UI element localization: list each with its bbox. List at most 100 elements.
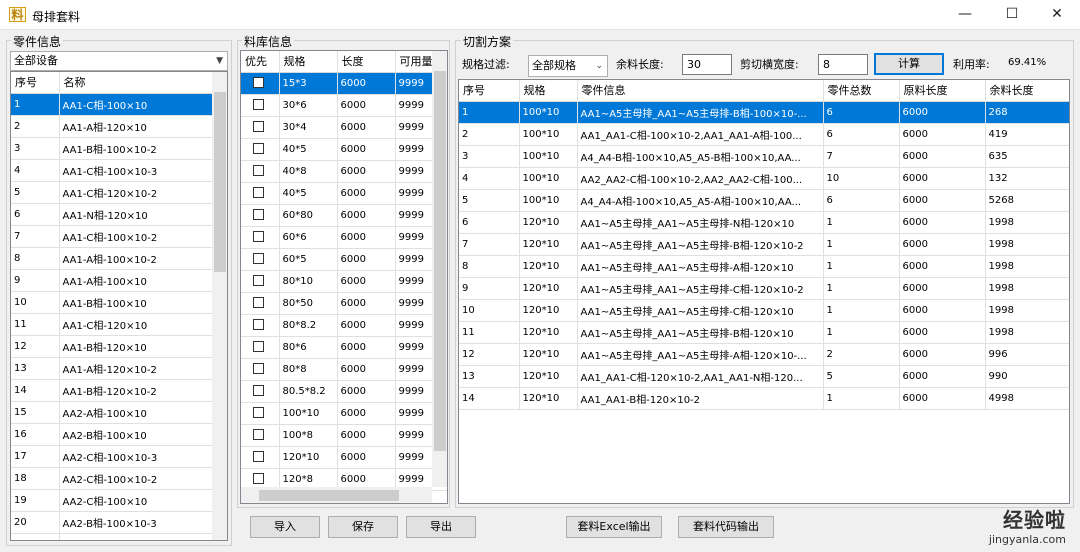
priority-checkbox[interactable] — [253, 341, 264, 353]
maximize-button[interactable]: ☐ — [989, 0, 1035, 30]
parts-scrollbar[interactable] — [212, 72, 227, 540]
stock-row[interactable]: 100*8 6000 9999 — [241, 424, 447, 447]
priority-checkbox[interactable] — [253, 297, 264, 309]
parts-row[interactable]: 7 AA1-C相-100×10-2 — [11, 225, 214, 248]
cut-col-header[interactable]: 零件信息 — [577, 80, 824, 102]
parts-row[interactable]: 4 AA1-C相-100×10-3 — [11, 159, 214, 182]
priority-checkbox[interactable] — [253, 451, 264, 463]
cut-row[interactable]: 3 100*10 A4_A4-B相-100×10,A5_A5-B相-100×10,A… — [459, 145, 1069, 168]
stock-row[interactable]: 40*5 6000 9999 — [241, 138, 447, 161]
priority-checkbox[interactable] — [253, 121, 264, 133]
device-filter-select[interactable]: 全部设备 ▼ — [10, 51, 228, 71]
cut-row[interactable]: 12 120*10 AA1~A5主母排_AA1~A5主母排-A相-120×10-..… — [459, 343, 1069, 366]
priority-checkbox[interactable] — [253, 165, 264, 177]
code-export-button[interactable]: 套料代码输出 — [678, 516, 774, 538]
stock-row[interactable]: 60*80 6000 9999 — [241, 204, 447, 227]
export-button[interactable]: 导出 — [406, 516, 476, 538]
calculate-button[interactable]: 计算 — [874, 53, 944, 75]
stock-row[interactable]: 15*3 6000 9999 — [241, 72, 447, 95]
stock-row[interactable]: 60*5 6000 9999 — [241, 248, 447, 271]
stock-row[interactable]: 80.5*8.2 6000 9999 — [241, 380, 447, 403]
parts-row[interactable]: 12 AA1-B相-120×10 — [11, 335, 214, 358]
parts-row[interactable]: 20 AA2-B相-100×10-3 — [11, 511, 214, 534]
parts-scrollbar-thumb[interactable] — [214, 92, 226, 272]
cut-col-header[interactable]: 序号 — [459, 80, 520, 102]
priority-checkbox[interactable] — [253, 363, 264, 375]
parts-row[interactable]: 8 AA1-A相-100×10-2 — [11, 247, 214, 270]
cut-row[interactable]: 11 120*10 AA1~A5主母排_AA1~A5主母排-B相-120×10 1 60… — [459, 321, 1069, 344]
priority-checkbox[interactable] — [253, 143, 264, 155]
stock-row[interactable]: 80*10 6000 9999 — [241, 270, 447, 293]
parts-col-header[interactable]: 名称 — [59, 72, 214, 94]
import-button[interactable]: 导入 — [250, 516, 320, 538]
stock-row[interactable]: 60*6 6000 9999 — [241, 226, 447, 249]
priority-checkbox[interactable] — [253, 473, 264, 485]
close-button[interactable]: ✕ — [1034, 0, 1080, 30]
stock-hscroll-thumb[interactable] — [259, 490, 399, 501]
save-button[interactable]: 保存 — [328, 516, 398, 538]
priority-checkbox[interactable] — [253, 187, 264, 199]
stock-row[interactable]: 40*8 6000 9999 — [241, 160, 447, 183]
priority-checkbox[interactable] — [253, 253, 264, 265]
cut-row[interactable]: 8 120*10 AA1~A5主母排_AA1~A5主母排-A相-120×10 1 600… — [459, 255, 1069, 278]
cut-row[interactable]: 9 120*10 AA1~A5主母排_AA1~A5主母排-C相-120×10-2 1 6… — [459, 277, 1069, 300]
minimize-button[interactable]: — — [942, 0, 988, 30]
stock-row[interactable]: 30*6 6000 9999 — [241, 94, 447, 117]
stock-row[interactable]: 80*8.2 6000 9999 — [241, 314, 447, 337]
remnant-length-input[interactable]: 30 — [682, 54, 732, 75]
cut-row[interactable]: 10 120*10 AA1~A5主母排_AA1~A5主母排-C相-120×10 1 60… — [459, 299, 1069, 322]
cut-row[interactable]: 13 120*10 AA1_AA1-C相-120×10-2,AA1_AA1-N相-1… — [459, 365, 1069, 388]
spec-filter-select[interactable]: 全部规格 ⌄ — [528, 55, 608, 77]
parts-row[interactable]: 17 AA2-C相-100×10-3 — [11, 445, 214, 468]
stock-row[interactable]: 40*5 6000 9999 — [241, 182, 447, 205]
stock-vscroll-thumb[interactable] — [434, 71, 446, 451]
stock-col-header[interactable]: 规格 — [279, 51, 338, 73]
stock-row[interactable]: 120*10 6000 9999 — [241, 446, 447, 469]
parts-row[interactable]: 2 AA1-A相-120×10 — [11, 115, 214, 138]
priority-checkbox[interactable] — [253, 275, 264, 287]
kerf-width-input[interactable]: 8 — [818, 54, 868, 75]
parts-row[interactable]: 15 AA2-A相-100×10 — [11, 401, 214, 424]
stock-hscrollbar[interactable] — [241, 487, 432, 503]
parts-row[interactable]: 9 AA1-A相-100×10 — [11, 269, 214, 292]
priority-checkbox[interactable] — [253, 319, 264, 331]
cut-row[interactable]: 1 100*10 AA1~A5主母排_AA1~A5主母排-B相-100×10-...… — [459, 101, 1069, 124]
priority-checkbox[interactable] — [253, 231, 264, 243]
priority-checkbox[interactable] — [253, 429, 264, 441]
cut-row[interactable]: 14 120*10 AA1_AA1-B相-120×10-2 1 6000 4998 — [459, 387, 1069, 410]
parts-row[interactable]: 14 AA1-B相-120×10-2 — [11, 379, 214, 402]
stock-row[interactable]: 80*8 6000 9999 — [241, 358, 447, 381]
stock-row[interactable]: 30*4 6000 9999 — [241, 116, 447, 139]
priority-checkbox[interactable] — [253, 99, 264, 111]
priority-checkbox[interactable] — [253, 77, 264, 89]
parts-row[interactable]: 21AA2-副本-C相-100×10-2 — [11, 533, 214, 540]
parts-row[interactable]: 19 AA2-C相-100×10 — [11, 489, 214, 512]
parts-row[interactable]: 6 AA1-N相-120×10 — [11, 203, 214, 226]
cut-row[interactable]: 6 120*10 AA1~A5主母排_AA1~A5主母排-N相-120×10 1 600… — [459, 211, 1069, 234]
parts-row[interactable]: 11 AA1-C相-120×10 — [11, 313, 214, 336]
stock-col-header[interactable]: 优先 — [241, 51, 280, 73]
cut-col-header[interactable]: 零件总数 — [823, 80, 900, 102]
stock-vscrollbar[interactable] — [432, 51, 447, 487]
parts-row[interactable]: 18 AA2-C相-100×10-2 — [11, 467, 214, 490]
stock-row[interactable]: 80*6 6000 9999 — [241, 336, 447, 359]
parts-row[interactable]: 13 AA1-A相-120×10-2 — [11, 357, 214, 380]
priority-checkbox[interactable] — [253, 385, 264, 397]
parts-row[interactable]: 1 AA1-C相-100×10 — [11, 93, 214, 116]
cut-row[interactable]: 2 100*10 AA1_AA1-C相-100×10-2,AA1_AA1-A相-10… — [459, 123, 1069, 146]
priority-checkbox[interactable] — [253, 407, 264, 419]
parts-row[interactable]: 5 AA1-C相-120×10-2 — [11, 181, 214, 204]
cut-row[interactable]: 5 100*10 A4_A4-A相-100×10,A5_A5-A相-100×10,A… — [459, 189, 1069, 212]
priority-checkbox[interactable] — [253, 209, 264, 221]
stock-col-header[interactable]: 长度 — [337, 51, 396, 73]
parts-row[interactable]: 10 AA1-B相-100×10 — [11, 291, 214, 314]
cut-row[interactable]: 7 120*10 AA1~A5主母排_AA1~A5主母排-B相-120×10-2 1 6… — [459, 233, 1069, 256]
stock-row[interactable]: 100*10 6000 9999 — [241, 402, 447, 425]
stock-row[interactable]: 80*50 6000 9999 — [241, 292, 447, 315]
cut-col-header[interactable]: 余料长度 — [985, 80, 1069, 102]
cut-row[interactable]: 4 100*10 AA2_AA2-C相-100×10-2,AA2_AA2-C相-10… — [459, 167, 1069, 190]
parts-col-header[interactable]: 序号 — [11, 72, 60, 94]
excel-export-button[interactable]: 套料Excel输出 — [566, 516, 662, 538]
cut-col-header[interactable]: 原料长度 — [899, 80, 986, 102]
cut-col-header[interactable]: 规格 — [519, 80, 578, 102]
